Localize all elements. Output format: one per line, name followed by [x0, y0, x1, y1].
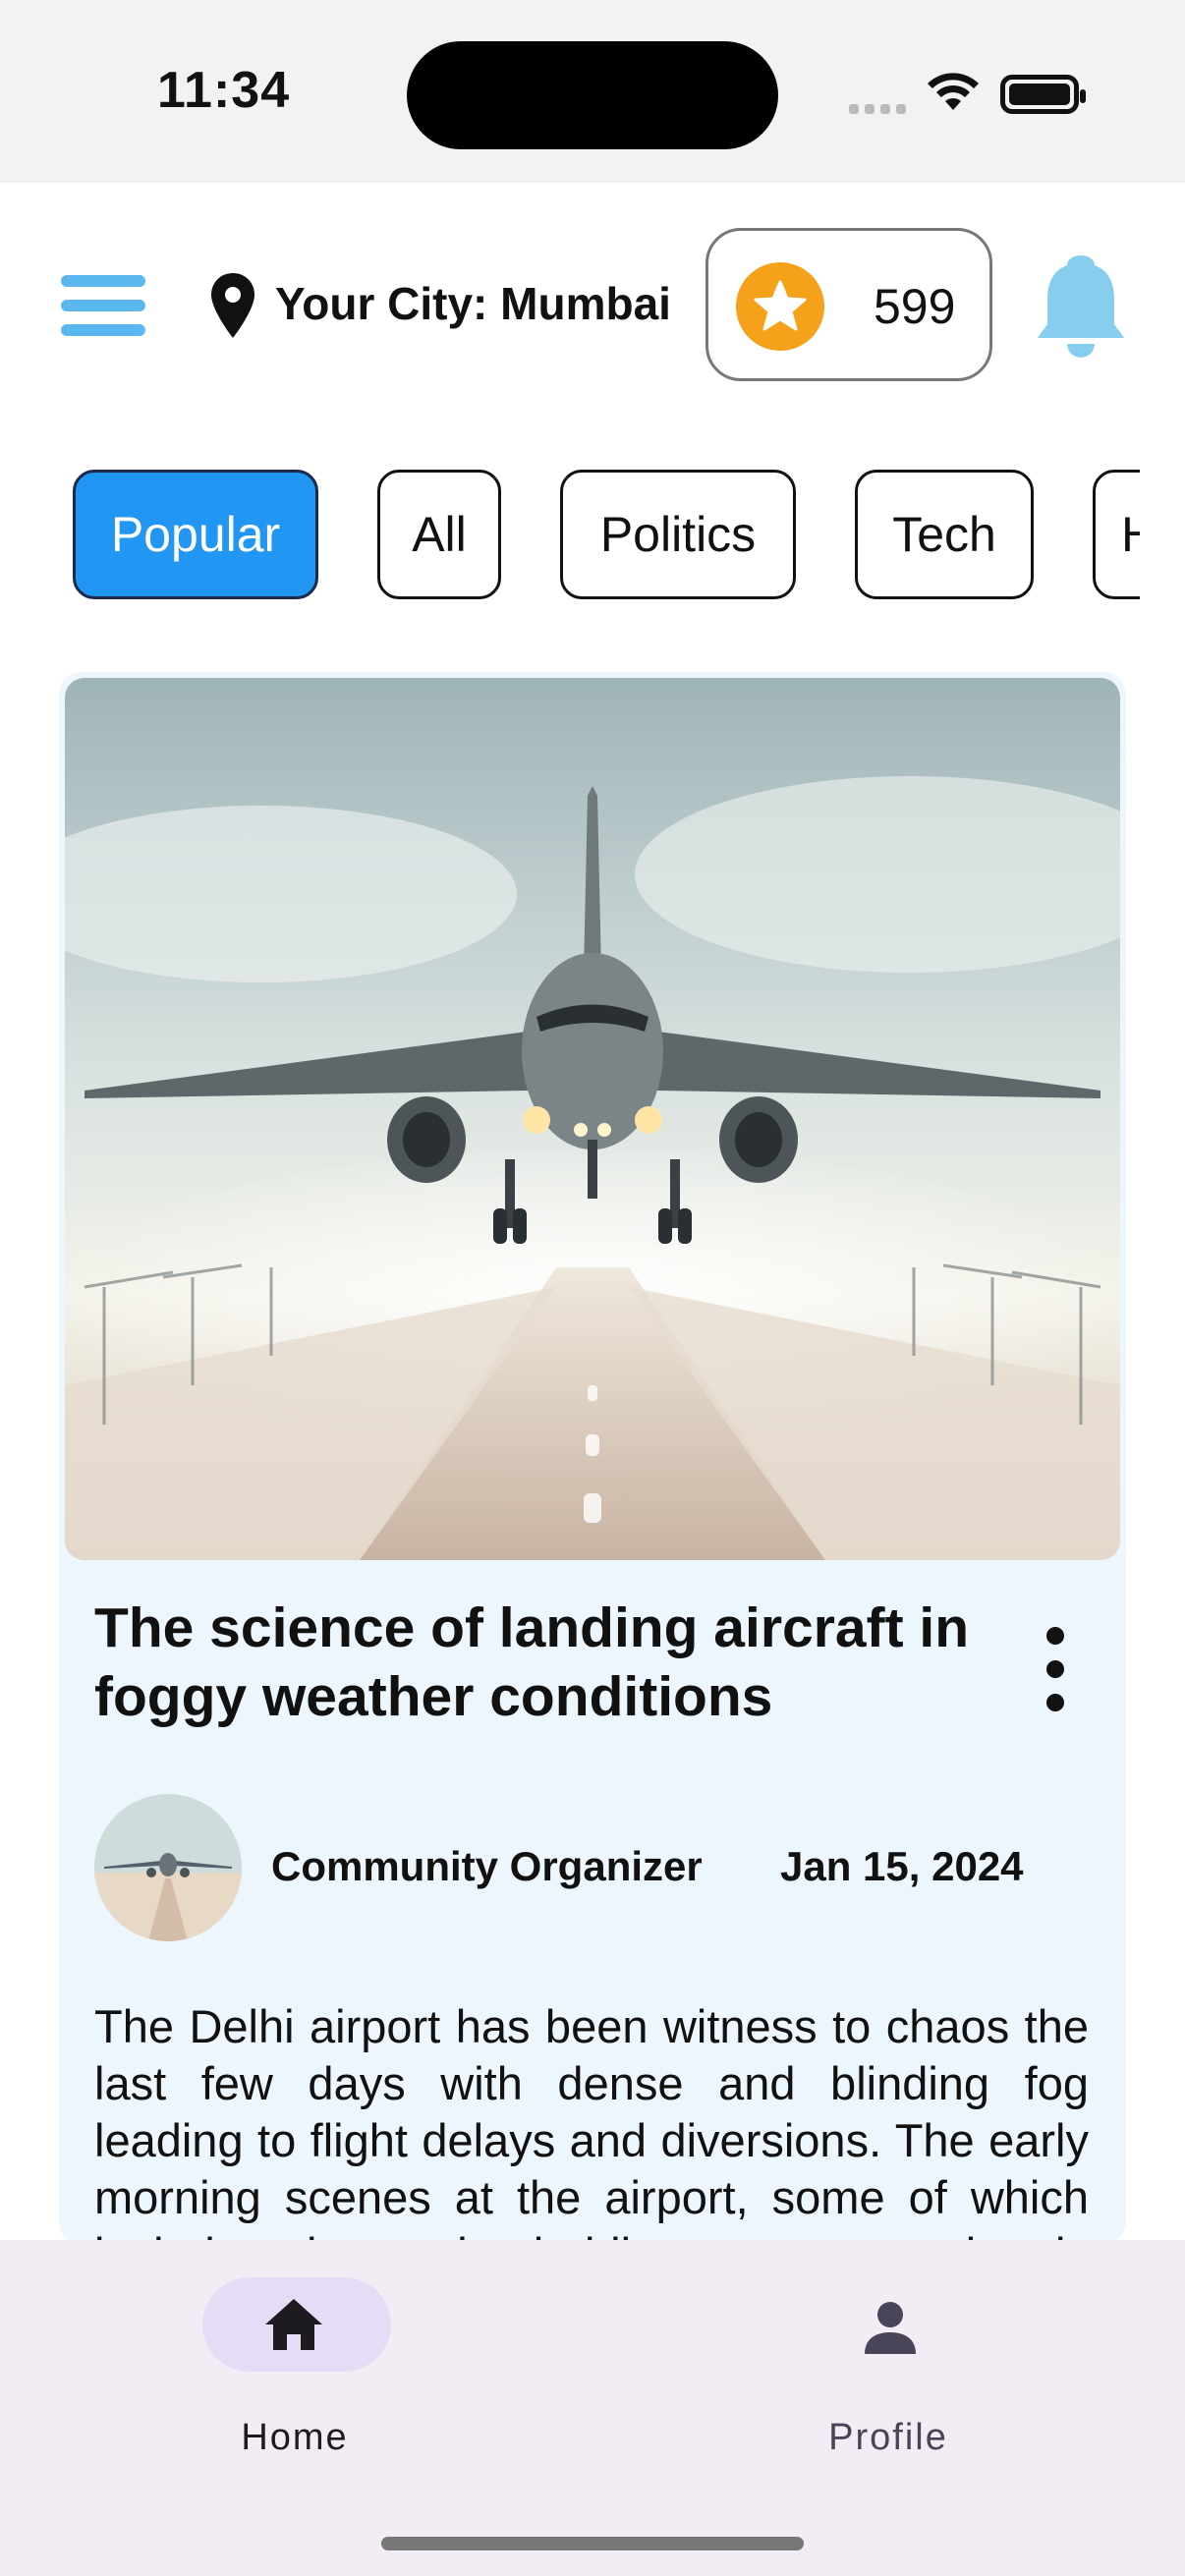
bottom-navigation: Home Profile — [0, 2240, 1185, 2576]
nav-profile-label: Profile — [828, 2417, 948, 2458]
app-header: Your City: Mumbai 599 — [0, 183, 1185, 428]
home-icon — [265, 2299, 322, 2350]
coin-count: 599 — [874, 279, 956, 334]
home-indicator[interactable] — [381, 2537, 804, 2550]
author-avatar — [94, 1794, 242, 1941]
coin-balance-button[interactable]: 599 — [705, 228, 992, 381]
status-bar: 11:34 — [0, 0, 1185, 183]
article-card[interactable]: The science of landing aircraft in foggy… — [59, 672, 1126, 2337]
chip-popular[interactable]: Popular — [73, 470, 318, 599]
dynamic-island — [407, 41, 778, 149]
nav-home-label: Home — [241, 2417, 349, 2458]
nav-home[interactable]: Home — [177, 2277, 413, 2464]
author-name: Community Organizer — [271, 1843, 703, 1889]
nav-profile[interactable]: Profile — [770, 2277, 1006, 2464]
city-label[interactable]: Your City: Mumbai — [275, 277, 671, 330]
article-title[interactable]: The science of landing aircraft in foggy… — [94, 1594, 998, 1731]
category-chips: Popular All Politics Tech H — [0, 470, 1140, 599]
chip-tech[interactable]: Tech — [855, 470, 1034, 599]
article-image — [65, 678, 1120, 1560]
bell-icon[interactable] — [1034, 252, 1128, 360]
more-vertical-icon[interactable] — [1032, 1627, 1081, 1715]
status-time: 11:34 — [157, 62, 291, 119]
screen: 11:34 Your City: Mumbai 599 Popular All … — [0, 0, 1185, 2576]
person-icon — [865, 2302, 916, 2354]
cellular-signal-icon — [849, 102, 908, 114]
chip-partial[interactable]: H — [1093, 470, 1140, 599]
chip-politics[interactable]: Politics — [560, 470, 796, 599]
star-coin-icon — [736, 262, 824, 351]
publish-date: Jan 15, 2024 — [780, 1843, 1024, 1889]
battery-icon — [1000, 75, 1086, 114]
wifi-icon — [928, 73, 979, 110]
location-pin-icon — [211, 273, 254, 338]
chip-all[interactable]: All — [377, 470, 501, 599]
menu-icon[interactable] — [61, 275, 145, 336]
